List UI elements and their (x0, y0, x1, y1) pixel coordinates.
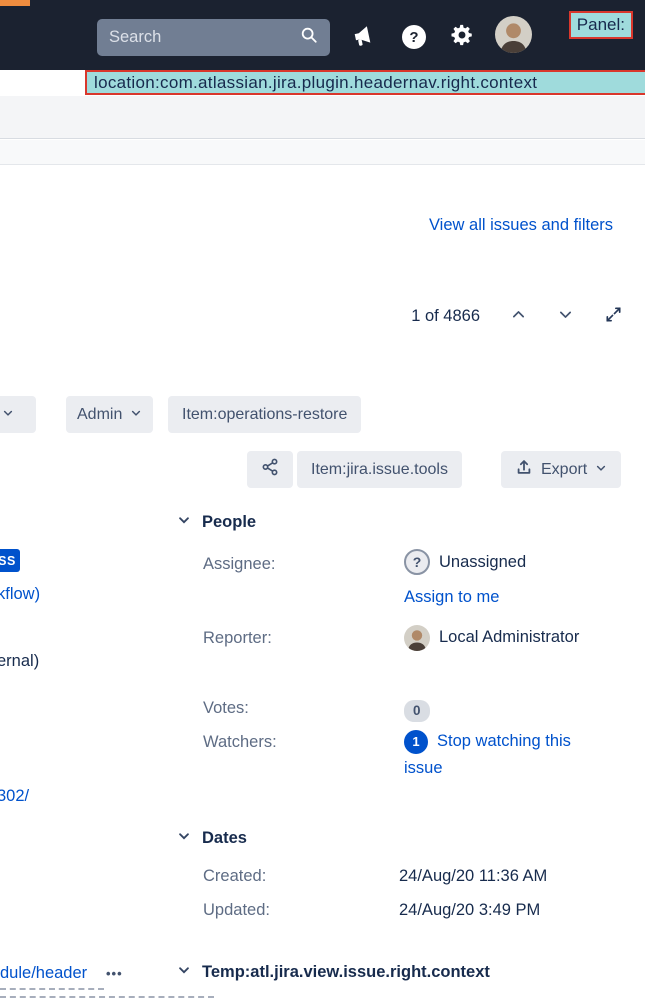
export-button[interactable]: Export (501, 451, 622, 488)
updated-label: Updated: (203, 901, 270, 919)
more-actions-icon[interactable]: ••• (106, 966, 123, 981)
jira-issue-screenshot: ? Panel: location:com.atlassian.jira.plu… (0, 0, 645, 999)
chevron-down-icon (130, 406, 142, 424)
help-button[interactable]: ? (402, 25, 426, 49)
votes-label: Votes: (203, 699, 249, 717)
search-input[interactable] (109, 28, 300, 47)
assignee-label: Assignee: (203, 555, 276, 573)
dashed-annotation-border (0, 996, 214, 998)
watchers-value: 1 Stop watching this issue (404, 728, 602, 782)
assignee-name: Unassigned (439, 552, 527, 571)
chevron-up-icon (510, 306, 527, 326)
chevron-down-icon (177, 963, 191, 982)
expand-icon (604, 305, 623, 327)
dashed-annotation-border (0, 988, 104, 990)
gear-icon (449, 22, 475, 51)
status-lozenge: SS (0, 549, 20, 572)
app-header: ? Panel: (0, 0, 645, 70)
created-label: Created: (203, 867, 267, 885)
assignee-value: ? Unassigned (404, 549, 526, 575)
reporter-value: Local Administrator (404, 621, 588, 654)
header-search (97, 19, 330, 56)
reporter-name-link[interactable]: Local Administrator (439, 628, 579, 646)
operations-restore-label: Item:operations-restore (182, 405, 348, 423)
location-annotation-chip: location:com.atlassian.jira.plugin.heade… (85, 70, 645, 95)
annotation-strip: location:com.atlassian.jira.plugin.heade… (0, 70, 645, 96)
view-workflow-link-fragment[interactable]: kflow) (0, 585, 40, 604)
settings-button[interactable] (448, 22, 476, 50)
partial-dropdown-button[interactable] (0, 396, 36, 433)
next-issue-button[interactable] (557, 306, 574, 326)
help-icon: ? (409, 28, 419, 46)
url-link-fragment[interactable]: 302/ (0, 787, 29, 806)
temp-panel-section-header[interactable]: Temp:atl.jira.view.issue.right.context (177, 963, 490, 982)
module-header-link-fragment[interactable]: dule/header (0, 964, 87, 983)
corner-annotation-fragment (0, 0, 30, 6)
share-button[interactable] (247, 451, 293, 488)
previous-issue-button[interactable] (510, 306, 527, 326)
chevron-down-icon (595, 461, 607, 479)
issue-tools-label: Item:jira.issue.tools (311, 460, 448, 478)
panel-annotation-label: Panel: (576, 15, 625, 34)
dates-section-header[interactable]: Dates (177, 829, 247, 848)
breadcrumb-band (0, 140, 645, 165)
share-icon (261, 458, 279, 481)
unassigned-avatar-icon: ? (404, 549, 430, 575)
user-avatar[interactable] (495, 16, 532, 53)
search-icon (300, 26, 318, 49)
assign-to-me-link[interactable]: Assign to me (404, 588, 499, 607)
votes-badge: 0 (404, 700, 430, 722)
chevron-down-icon (2, 406, 14, 424)
admin-menu-button[interactable]: Admin (66, 396, 154, 433)
announcement-icon (351, 23, 376, 51)
announcement-button[interactable] (349, 23, 377, 51)
dates-section-title: Dates (202, 829, 247, 847)
reporter-avatar (404, 624, 430, 651)
chevron-down-icon (177, 829, 191, 848)
question-mark-glyph: ? (412, 554, 422, 570)
status-lozenge-text: SS (0, 553, 16, 568)
temp-panel-title: Temp:atl.jira.view.issue.right.context (202, 963, 490, 981)
stop-watching-link[interactable]: Stop watching this issue (404, 732, 571, 777)
chevron-down-icon (557, 306, 574, 326)
view-all-issues-link[interactable]: View all issues and filters (429, 216, 613, 235)
pager-count: 1 of 4866 (411, 306, 480, 325)
created-value: 24/Aug/20 11:36 AM (399, 867, 548, 885)
panel-annotation-chip: Panel: (568, 11, 633, 39)
export-label: Export (541, 460, 588, 478)
issue-pager: 1 of 4866 (411, 302, 623, 330)
location-annotation-label: location:com.atlassian.jira.plugin.heade… (94, 72, 538, 92)
field-value-fragment: ernal) (0, 652, 40, 670)
fullscreen-toggle-button[interactable] (604, 305, 623, 327)
export-icon (515, 458, 533, 481)
operations-restore-button[interactable]: Item:operations-restore (168, 396, 362, 433)
reporter-label: Reporter: (203, 629, 272, 647)
people-section-header[interactable]: People (177, 513, 256, 532)
watchers-label: Watchers: (203, 733, 277, 751)
updated-value: 24/Aug/20 3:49 PM (399, 901, 541, 919)
watcher-count-badge[interactable]: 1 (404, 729, 428, 754)
admin-menu-label: Admin (77, 405, 123, 423)
issue-tools-button[interactable]: Item:jira.issue.tools (297, 451, 462, 488)
chevron-down-icon (177, 513, 191, 532)
page-header-band (0, 96, 645, 139)
people-section-title: People (202, 513, 257, 531)
